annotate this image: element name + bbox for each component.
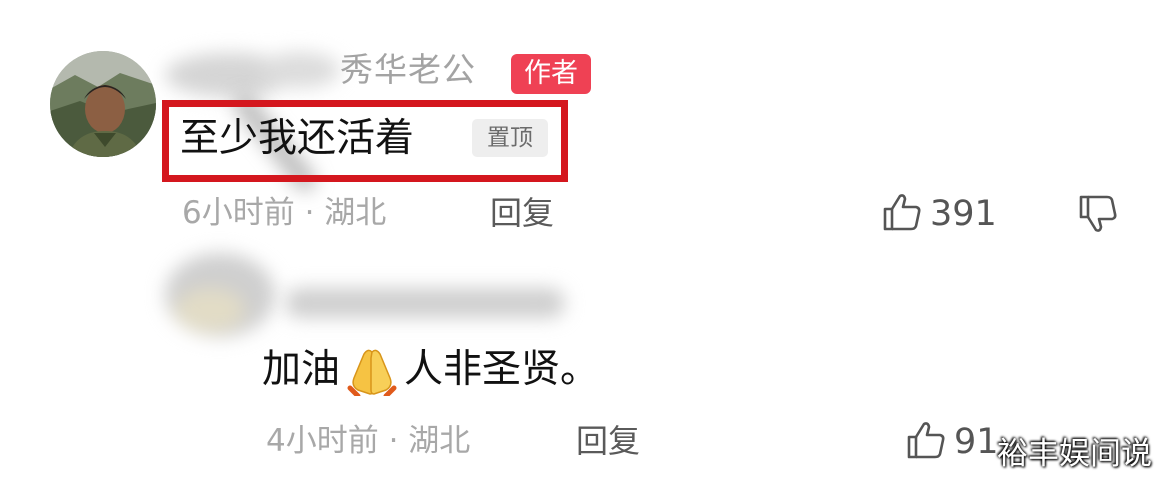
like-button[interactable]: 391 (882, 193, 997, 235)
watermark: 裕丰娱间说 (997, 436, 1152, 472)
reply-text: 加油 人非圣贤。 (262, 344, 600, 399)
avatar-photo (50, 51, 156, 157)
comment-username[interactable]: 秀华老公 (340, 48, 476, 92)
like-count: 391 (930, 194, 997, 234)
avatar[interactable] (50, 51, 156, 157)
thumbs-up-icon (906, 421, 946, 463)
reply-reply-button[interactable]: 回复 (576, 421, 640, 461)
pinned-badge: 置顶 (472, 119, 548, 157)
reply-username-blur (285, 288, 565, 318)
thumbs-down-icon (1078, 195, 1118, 237)
folded-hands-icon (342, 344, 402, 399)
reply-like-count: 91 (954, 422, 999, 462)
comment-meta: 6小时前 · 湖北 (182, 195, 387, 231)
dislike-button[interactable] (1078, 195, 1118, 237)
comment-text: 至少我还活着 (180, 116, 415, 161)
author-badge: 作者 (511, 54, 591, 94)
reply-text-after: 人非圣贤。 (404, 347, 600, 392)
reply-text-before: 加油 (262, 347, 341, 392)
reply-like-button[interactable]: 91 (906, 421, 999, 463)
reply-meta: 4小时前 · 湖北 (266, 423, 471, 459)
thumbs-up-icon (882, 193, 922, 235)
reply-button[interactable]: 回复 (490, 193, 554, 233)
